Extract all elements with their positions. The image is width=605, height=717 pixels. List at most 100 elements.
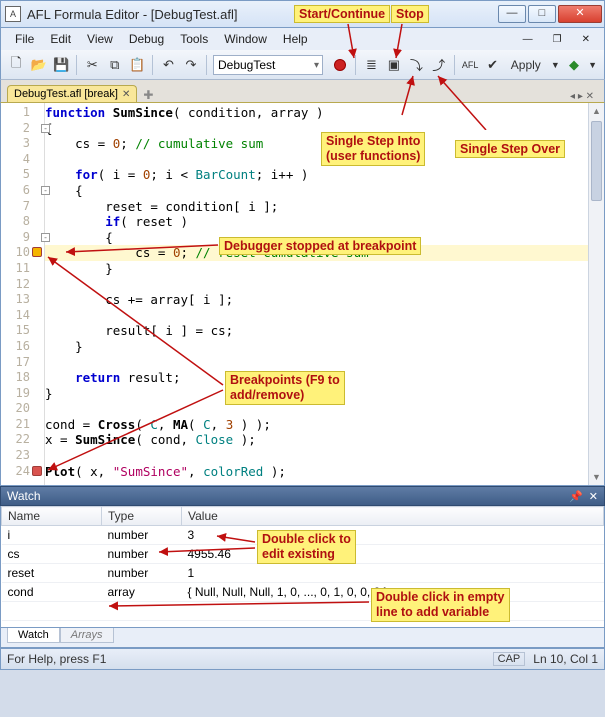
gutter-line[interactable]: 11	[1, 261, 44, 277]
maximize-button[interactable]: □	[528, 5, 556, 23]
watch-cell-value[interactable]: 4955.46	[182, 545, 604, 564]
code-editor[interactable]: 12-3456-789-1011121314151617181920212223…	[0, 102, 605, 486]
gutter-line[interactable]: 14	[1, 308, 44, 324]
gutter-line[interactable]: 24	[1, 464, 44, 480]
fold-icon[interactable]: -	[41, 186, 50, 195]
col-name[interactable]: Name	[2, 507, 102, 526]
check-icon[interactable]: ✔	[483, 54, 501, 76]
gutter-line[interactable]: 19	[1, 386, 44, 402]
menu-edit[interactable]: Edit	[42, 30, 79, 48]
code-line[interactable]: function SumSince( condition, array )	[45, 105, 604, 121]
start-continue-button[interactable]	[331, 54, 349, 76]
gutter-line[interactable]: 10	[1, 245, 44, 261]
menu-file[interactable]: File	[7, 30, 42, 48]
gutter-line[interactable]: 5	[1, 167, 44, 183]
code-line[interactable]	[45, 355, 604, 371]
scroll-down-icon[interactable]: ▼	[589, 469, 604, 485]
col-value[interactable]: Value	[182, 507, 604, 526]
gutter-line[interactable]: 23	[1, 448, 44, 464]
gutter-line[interactable]: 21	[1, 417, 44, 433]
gutter-line[interactable]: 13	[1, 292, 44, 308]
new-file-icon[interactable]: 🗋	[7, 54, 25, 76]
code-line[interactable]: reset = condition[ i ];	[45, 199, 604, 215]
mdi-restore[interactable]: ❐	[545, 32, 570, 47]
gutter-line[interactable]: 16	[1, 339, 44, 355]
close-button[interactable]: ✕	[558, 5, 602, 23]
scroll-up-icon[interactable]: ▲	[589, 103, 604, 119]
code-line[interactable]: for( i = 0; i < BarCount; i++ )	[45, 167, 604, 183]
code-line[interactable]: cond = Cross( C, MA( C, 3 ) );	[45, 417, 604, 433]
editor-tab[interactable]: DebugTest.afl [break] ✕	[7, 85, 137, 102]
watch-cell-type[interactable]: number	[102, 545, 182, 564]
vertical-scrollbar[interactable]: ▲ ▼	[588, 103, 604, 485]
watch-cell-name[interactable]: i	[2, 526, 102, 545]
menu-debug[interactable]: Debug	[121, 30, 172, 48]
gutter-line[interactable]: 3	[1, 136, 44, 152]
watch-cell-name[interactable]: cs	[2, 545, 102, 564]
step-over-button[interactable]: ⤴	[430, 54, 448, 76]
apply-dropdown-icon[interactable]: ▼	[550, 54, 561, 76]
watch-tab-watch[interactable]: Watch	[7, 628, 60, 643]
watch-tab-arrays[interactable]: Arrays	[60, 628, 114, 643]
gutter-line[interactable]: 22	[1, 432, 44, 448]
watch-cell-type[interactable]: number	[102, 564, 182, 583]
code-line[interactable]: result[ i ] = cs;	[45, 323, 604, 339]
formula-selector[interactable]: DebugTest	[213, 55, 323, 75]
fold-icon[interactable]: -	[41, 233, 50, 242]
code-line[interactable]	[45, 308, 604, 324]
tab-close-icon[interactable]: ✕	[122, 89, 130, 100]
scroll-thumb[interactable]	[591, 121, 602, 201]
gutter-line[interactable]: 2-	[1, 121, 44, 137]
watch-row[interactable]: condarray{ Null, Null, Null, 1, 0, ..., …	[2, 583, 604, 602]
watch-cell-type[interactable]: array	[102, 583, 182, 602]
watch-cell-type[interactable]: number	[102, 526, 182, 545]
open-file-icon[interactable]: 📂	[29, 54, 47, 76]
undo-icon[interactable]: ↶	[159, 54, 177, 76]
fold-icon[interactable]: -	[41, 124, 50, 133]
gutter[interactable]: 12-3456-789-1011121314151617181920212223…	[1, 103, 45, 485]
watch-cell-value[interactable]: 3	[182, 526, 604, 545]
pane-close-icon[interactable]: ✕	[589, 490, 598, 503]
menu-help[interactable]: Help	[275, 30, 316, 48]
tab-overflow[interactable]: ◂ ▸ ✕	[570, 91, 598, 102]
code-line[interactable]: Plot( x, "SumSince", colorRed );	[45, 464, 604, 480]
watch-row[interactable]: resetnumber1	[2, 564, 604, 583]
mdi-close[interactable]: ✕	[574, 32, 598, 47]
gutter-line[interactable]: 6-	[1, 183, 44, 199]
copy-icon[interactable]: ⧉	[106, 54, 124, 76]
redo-icon[interactable]: ↷	[182, 54, 200, 76]
step-into-button[interactable]: ⤵	[407, 54, 425, 76]
code-line[interactable]: }	[45, 339, 604, 355]
gutter-line[interactable]: 17	[1, 355, 44, 371]
gutter-line[interactable]: 4	[1, 152, 44, 168]
code-line[interactable]: }	[45, 261, 604, 277]
menu-tools[interactable]: Tools	[172, 30, 216, 48]
watch-cell-value[interactable]: 1	[182, 564, 604, 583]
code-line[interactable]	[45, 448, 604, 464]
gutter-line[interactable]: 20	[1, 401, 44, 417]
code-line[interactable]	[45, 277, 604, 293]
extra-icon[interactable]: ◆	[565, 54, 583, 76]
stop-debug-button[interactable]: ▣	[385, 54, 403, 76]
breakpoint-marker[interactable]	[32, 466, 42, 476]
save-file-icon[interactable]: 💾	[52, 54, 70, 76]
gutter-line[interactable]: 7	[1, 199, 44, 215]
toggle-breakpoint-icon[interactable]: ≣	[362, 54, 380, 76]
menu-view[interactable]: View	[79, 30, 121, 48]
col-type[interactable]: Type	[102, 507, 182, 526]
minimize-button[interactable]: —	[498, 5, 526, 23]
code-line[interactable]: x = SumSince( cond, Close );	[45, 432, 604, 448]
mdi-min[interactable]: —	[515, 32, 541, 47]
paste-icon[interactable]: 📋	[128, 54, 146, 76]
code-line[interactable]: if( reset )	[45, 214, 604, 230]
code-line[interactable]: {	[45, 183, 604, 199]
watch-cell-name[interactable]: cond	[2, 583, 102, 602]
breakpoint-marker[interactable]	[32, 247, 42, 257]
gutter-line[interactable]: 18	[1, 370, 44, 386]
extra-dropdown-icon[interactable]: ▼	[587, 54, 598, 76]
gutter-line[interactable]: 9-	[1, 230, 44, 246]
code-line[interactable]: cs += array[ i ];	[45, 292, 604, 308]
pane-pin-icon[interactable]: 📌	[569, 490, 583, 503]
tab-add-icon[interactable]: ✚	[137, 88, 159, 102]
gutter-line[interactable]: 12	[1, 277, 44, 293]
